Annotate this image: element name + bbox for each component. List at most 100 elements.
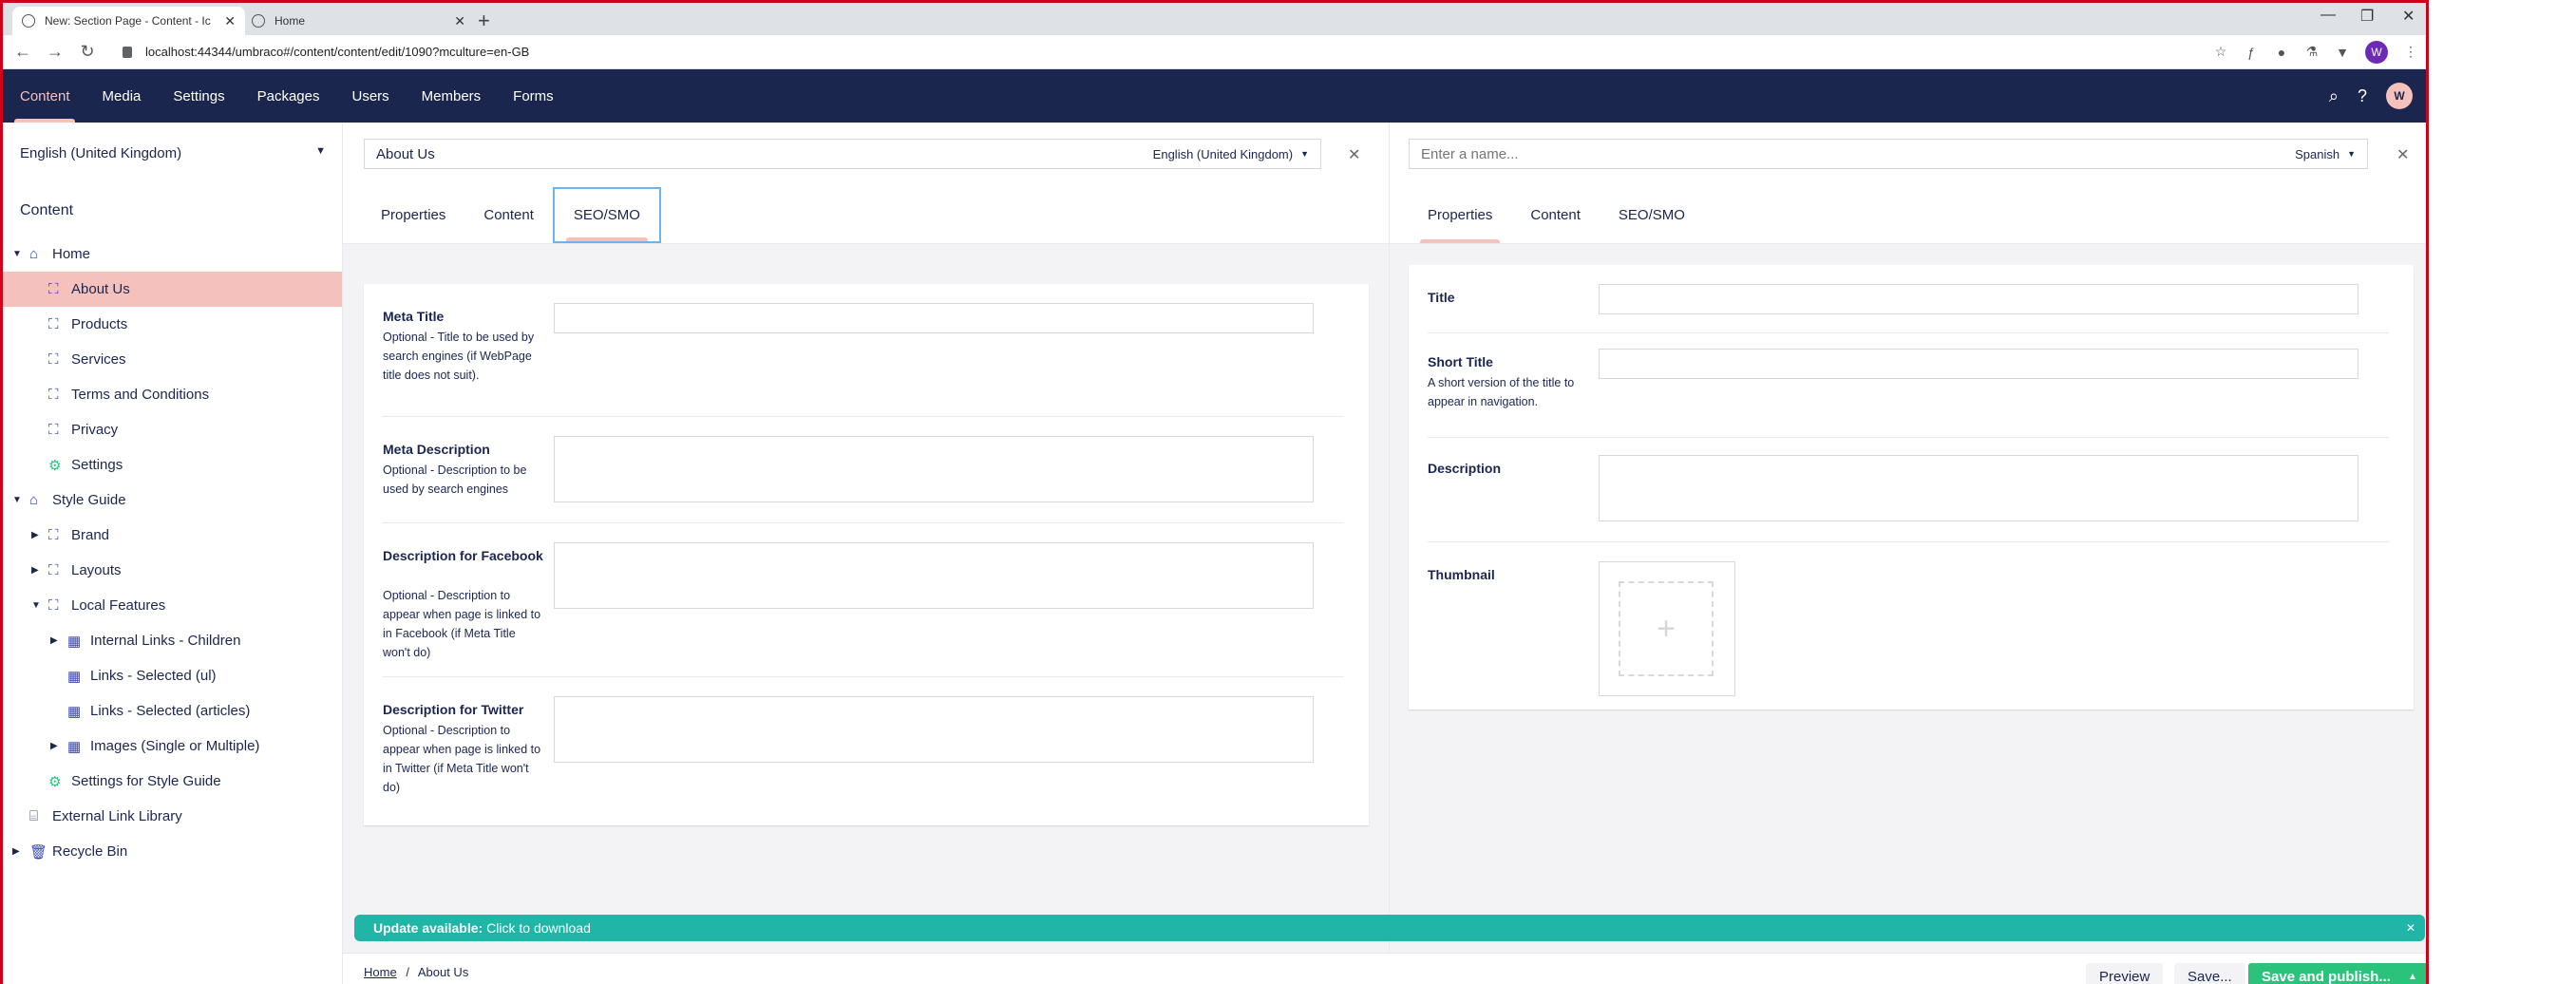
caret-down-icon[interactable]: ▼ <box>12 249 22 259</box>
tree-item[interactable]: ⛶ Services <box>3 342 342 377</box>
close-tab-icon[interactable]: ✕ <box>224 13 236 29</box>
restore-icon[interactable]: ❐ <box>2360 7 2374 26</box>
browser-tab-active[interactable]: New: Section Page - Content - Ic ✕ <box>12 7 245 35</box>
breadcrumb-home[interactable]: Home <box>364 965 397 979</box>
nav-users[interactable]: Users <box>335 69 405 123</box>
tree-item[interactable]: ▼ ⌂ Home <box>3 237 342 272</box>
extension-filter-icon[interactable]: ▼ <box>2327 45 2358 60</box>
facebook-description-textarea[interactable] <box>554 542 1314 609</box>
add-media-icon[interactable]: + <box>1619 581 1714 676</box>
tree-item[interactable]: ⚙ Settings for Style Guide <box>3 764 342 799</box>
tree-item[interactable]: ▶ ▦ Internal Links - Children <box>3 623 342 658</box>
close-notification-icon[interactable]: ✕ <box>2406 921 2415 935</box>
caret-up-icon[interactable]: ▲ <box>2408 972 2417 982</box>
browser-menu-icon[interactable]: ⋮ <box>2396 44 2426 60</box>
description-textarea[interactable] <box>1599 455 2358 521</box>
thumbnail-picker[interactable]: + <box>1599 561 1735 696</box>
tree-item[interactable]: ▼ ⌂ Style Guide <box>3 483 342 518</box>
preview-button[interactable]: Preview <box>2086 963 2164 984</box>
bookmark-star-icon[interactable]: ☆ <box>2206 44 2236 60</box>
left-name-input[interactable] <box>376 145 1153 162</box>
tree-item[interactable]: ▶ ⛶ Brand <box>3 518 342 553</box>
breadcrumb-current: About Us <box>417 965 469 979</box>
new-tab-button[interactable]: + <box>478 9 490 33</box>
caret-right-icon[interactable]: ▶ <box>31 565 39 576</box>
update-notification[interactable]: Update available: Click to download ✕ <box>354 915 2425 941</box>
save-button[interactable]: Save... <box>2174 963 2245 984</box>
tree-item[interactable]: ▦ Links - Selected (ul) <box>3 658 342 693</box>
right-name-field[interactable]: Spanish ▼ <box>1409 139 2368 169</box>
browser-tab-title: New: Section Page - Content - Ic <box>45 14 211 28</box>
tree-item[interactable]: ▶ 🗑 Recycle Bin <box>3 834 342 869</box>
tree-item[interactable]: ▶ ⛶ Layouts <box>3 553 342 588</box>
url-field[interactable]: localhost:44344/umbraco#/content/content… <box>123 45 2206 59</box>
caret-down-icon[interactable]: ▼ <box>31 600 41 611</box>
title-input[interactable] <box>1599 284 2358 314</box>
window-close-icon[interactable]: ✕ <box>2402 7 2415 26</box>
caret-down-icon[interactable]: ▼ <box>12 495 22 505</box>
tree-item-label: Home <box>52 246 91 262</box>
left-language-dropdown[interactable]: English (United Kingdom) ▼ <box>1153 147 1309 161</box>
tree-item[interactable]: ⛶ Privacy <box>3 412 342 447</box>
close-icon[interactable]: ✕ <box>1348 145 1360 164</box>
tree-item[interactable]: ▶ ▦ Images (Single or Multiple) <box>3 729 342 764</box>
extension-cookie-icon[interactable]: ● <box>2266 45 2297 60</box>
save-and-publish-label: Save and publish... <box>2262 968 2391 984</box>
tree-item[interactable]: ⌸ External Link Library <box>3 799 342 834</box>
right-name-input[interactable] <box>1421 145 2296 162</box>
left-name-field[interactable]: English (United Kingdom) ▼ <box>364 139 1321 169</box>
sitemap-icon: ⛶ <box>48 527 59 543</box>
property-description: Optional - Description to be used by sea… <box>383 464 527 496</box>
tree-item[interactable]: ⛶ Terms and Conditions <box>3 377 342 412</box>
minimize-icon[interactable]: — <box>2320 7 2336 24</box>
caret-right-icon[interactable]: ▶ <box>50 635 58 646</box>
nav-content[interactable]: Content <box>3 69 86 123</box>
reload-icon[interactable]: ↻ <box>71 42 104 62</box>
right-tab-seo-smo[interactable]: SEO/SMO <box>1600 187 1704 243</box>
tree-item[interactable]: ⛶ Products <box>3 307 342 342</box>
right-tab-content[interactable]: Content <box>1511 187 1600 243</box>
tree-item-label: Links - Selected (articles) <box>90 703 251 719</box>
meta-title-input[interactable] <box>554 303 1314 333</box>
tree-item-label: Brand <box>71 527 110 543</box>
left-tab-seo-smo[interactable]: SEO/SMO <box>552 187 661 243</box>
left-editor-tabs: Properties Content SEO/SMO <box>343 187 1389 244</box>
tree-item-label: Internal Links - Children <box>90 633 241 649</box>
browser-tab[interactable]: Home ✕ <box>242 7 475 35</box>
nav-members[interactable]: Members <box>406 69 498 123</box>
close-tab-icon[interactable]: ✕ <box>454 13 465 29</box>
extension-formula-icon[interactable]: ƒ <box>2236 45 2266 60</box>
property-label: Meta Description <box>383 442 490 457</box>
short-title-input[interactable] <box>1599 349 2358 379</box>
nav-forms[interactable]: Forms <box>497 69 570 123</box>
caret-right-icon[interactable]: ▶ <box>31 530 39 540</box>
nav-packages[interactable]: Packages <box>241 69 336 123</box>
left-tab-properties[interactable]: Properties <box>362 187 464 243</box>
extension-flask-icon[interactable]: ⚗ <box>2297 44 2327 60</box>
help-icon[interactable]: ? <box>2358 86 2367 106</box>
twitter-description-textarea[interactable] <box>554 696 1314 763</box>
meta-description-textarea[interactable] <box>554 436 1314 502</box>
update-text: Click to download <box>486 920 591 936</box>
nav-settings[interactable]: Settings <box>157 69 240 123</box>
tree-item-label: Images (Single or Multiple) <box>90 738 260 754</box>
right-tab-properties[interactable]: Properties <box>1409 187 1511 243</box>
url-text: localhost:44344/umbraco#/content/content… <box>145 45 530 59</box>
browser-profile-avatar[interactable]: W <box>2365 40 2388 64</box>
tree-item[interactable]: ⚙ Settings <box>3 447 342 483</box>
forward-icon[interactable]: → <box>39 42 71 62</box>
nav-media[interactable]: Media <box>86 69 158 123</box>
search-icon[interactable]: ⌕ <box>2329 86 2339 106</box>
back-icon[interactable]: ← <box>7 42 39 62</box>
right-language-dropdown[interactable]: Spanish ▼ <box>2295 147 2356 161</box>
tree-item[interactable]: ▼ ⛶ Local Features <box>3 588 342 623</box>
caret-right-icon[interactable]: ▶ <box>50 741 58 751</box>
tree-item[interactable]: ⛶ About Us <box>3 272 342 307</box>
tree-item[interactable]: ▦ Links - Selected (articles) <box>3 693 342 729</box>
save-and-publish-button[interactable]: Save and publish... ▲ <box>2248 963 2426 984</box>
user-avatar[interactable]: W <box>2386 83 2413 109</box>
close-icon[interactable]: ✕ <box>2396 145 2409 164</box>
language-selector[interactable]: English (United Kingdom) ▼ <box>20 145 326 161</box>
caret-right-icon[interactable]: ▶ <box>12 846 20 857</box>
left-tab-content[interactable]: Content <box>464 187 553 243</box>
